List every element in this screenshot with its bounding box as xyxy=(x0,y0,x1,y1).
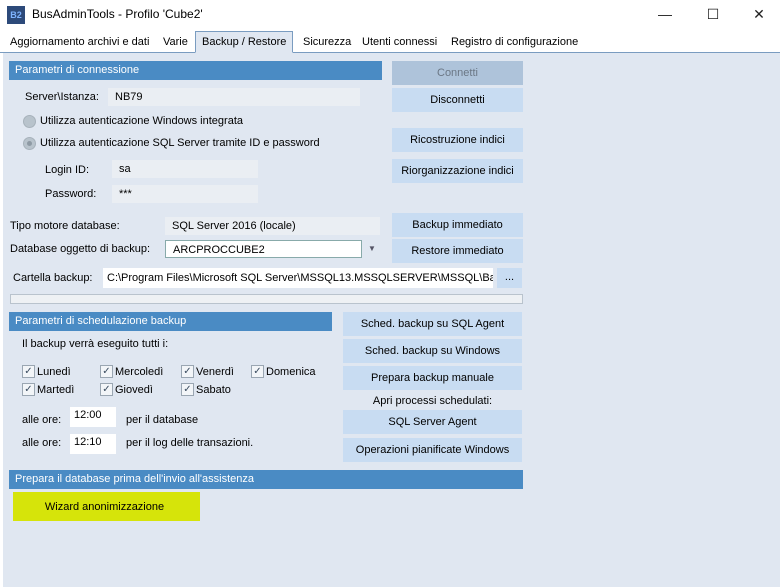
schedule-header: Parametri di schedulazione backup xyxy=(9,312,332,331)
assist-header: Prepara il database prima dell'invio all… xyxy=(9,470,523,489)
window-title: BusAdminTools - Profilo 'Cube2' xyxy=(32,7,203,21)
label-mercoledi[interactable]: Mercoledì xyxy=(115,366,163,378)
password-label: Password: xyxy=(45,188,97,200)
tab-registro[interactable]: Registro di configurazione xyxy=(445,33,584,53)
tab-bar: Aggiornamento archivi e dati Varie Backu… xyxy=(0,31,780,53)
db-time-input[interactable]: 12:00 xyxy=(70,407,116,427)
backup-now-button[interactable]: Backup immediato xyxy=(392,213,523,237)
checkbox-lunedi[interactable]: ✓ xyxy=(22,365,35,378)
restore-now-button[interactable]: Restore immediato xyxy=(392,239,523,263)
backup-db-select[interactable]: ARCPROCCUBE2 xyxy=(165,240,362,258)
login-label: Login ID: xyxy=(45,164,90,176)
title-bar: B2 BusAdminTools - Profilo 'Cube2' — ☐ ✕ xyxy=(0,0,780,30)
folder-label: Cartella backup: xyxy=(13,272,93,284)
wizard-anonymization-button[interactable]: Wizard anonimizzazione xyxy=(13,495,196,519)
maximize-button[interactable]: ☐ xyxy=(703,4,723,24)
checkbox-mercoledi[interactable]: ✓ xyxy=(100,365,113,378)
connection-header: Parametri di connessione xyxy=(9,61,382,80)
folder-field[interactable]: C:\Program Files\Microsoft SQL Server\MS… xyxy=(103,268,493,288)
auth-windows-label[interactable]: Utilizza autenticazione Windows integrat… xyxy=(40,115,243,127)
tab-backup-restore[interactable]: Backup / Restore xyxy=(195,31,294,53)
checkbox-domenica[interactable]: ✓ xyxy=(251,365,264,378)
label-venerdi[interactable]: Venerdì xyxy=(196,366,234,378)
log-time-label: alle ore: xyxy=(22,437,62,449)
open-sql-agent-button[interactable]: SQL Server Agent xyxy=(343,410,522,434)
engine-field: SQL Server 2016 (locale) xyxy=(165,217,380,235)
app-icon: B2 xyxy=(7,6,25,24)
log-time-desc: per il log delle transazioni. xyxy=(126,437,254,449)
connect-button[interactable]: Connetti xyxy=(392,61,523,85)
db-time-label: alle ore: xyxy=(22,414,62,426)
open-scheduled-label: Apri processi schedulati: xyxy=(372,395,493,407)
auth-windows-radio[interactable] xyxy=(23,115,36,128)
db-time-desc: per il database xyxy=(126,414,199,426)
checkbox-venerdi[interactable]: ✓ xyxy=(181,365,194,378)
schedule-intro: Il backup verrà eseguito tutti i: xyxy=(22,338,169,350)
login-field[interactable]: sa xyxy=(112,160,258,178)
chevron-down-icon[interactable]: ▼ xyxy=(364,240,380,258)
sched-sql-agent-button[interactable]: Sched. backup su SQL Agent xyxy=(343,312,522,336)
tab-sicurezza[interactable]: Sicurezza xyxy=(297,33,357,53)
rebuild-index-button[interactable]: Ricostruzione indici xyxy=(392,128,523,152)
label-lunedi[interactable]: Lunedì xyxy=(37,366,71,378)
label-giovedi[interactable]: Giovedì xyxy=(115,384,153,396)
label-sabato[interactable]: Sabato xyxy=(196,384,231,396)
minimize-button[interactable]: — xyxy=(655,4,675,24)
label-domenica[interactable]: Domenica xyxy=(266,366,316,378)
auth-sql-label[interactable]: Utilizza autenticazione SQL Server trami… xyxy=(40,137,320,149)
manual-backup-button[interactable]: Prepara backup manuale xyxy=(343,366,522,390)
checkbox-martedi[interactable]: ✓ xyxy=(22,383,35,396)
log-time-input[interactable]: 12:10 xyxy=(70,434,116,454)
close-button[interactable]: ✕ xyxy=(749,4,769,24)
open-windows-tasks-button[interactable]: Operazioni pianificate Windows xyxy=(343,438,522,462)
password-field[interactable]: *** xyxy=(112,185,258,203)
tab-utenti-connessi[interactable]: Utenti connessi xyxy=(356,33,443,53)
tab-varie[interactable]: Varie xyxy=(157,33,194,53)
reorganize-index-button[interactable]: Riorganizzazione indici xyxy=(392,159,523,183)
label-martedi[interactable]: Martedì xyxy=(37,384,74,396)
server-field[interactable]: NB79 xyxy=(108,88,360,106)
browse-button[interactable]: ... xyxy=(497,268,522,288)
disconnect-button[interactable]: Disconnetti xyxy=(392,88,523,112)
auth-sql-radio[interactable] xyxy=(23,137,36,150)
backup-db-label: Database oggetto di backup: xyxy=(10,243,151,255)
engine-label: Tipo motore database: xyxy=(10,220,120,232)
backup-progress-bar xyxy=(10,294,523,304)
checkbox-giovedi[interactable]: ✓ xyxy=(100,383,113,396)
server-label: Server\Istanza: xyxy=(25,91,99,103)
tab-aggiornamento[interactable]: Aggiornamento archivi e dati xyxy=(4,33,155,53)
checkbox-sabato[interactable]: ✓ xyxy=(181,383,194,396)
sched-windows-button[interactable]: Sched. backup su Windows xyxy=(343,339,522,363)
